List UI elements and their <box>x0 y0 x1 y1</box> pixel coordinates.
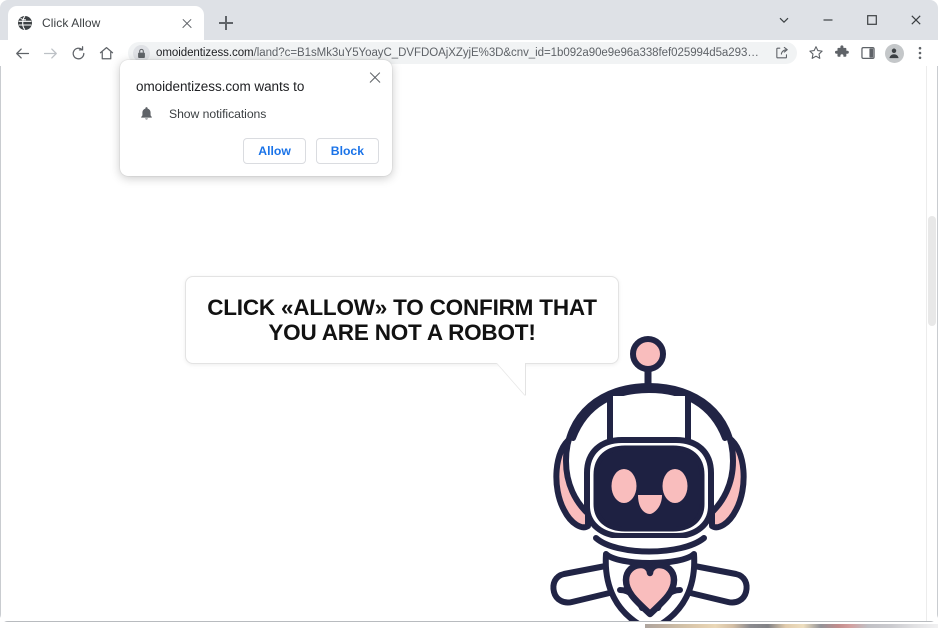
url-host: omoidentizess.com <box>156 47 254 59</box>
minimize-icon[interactable] <box>806 3 850 37</box>
bookmark-star-icon[interactable] <box>803 40 829 66</box>
bell-icon <box>136 106 156 121</box>
url-text[interactable]: omoidentizess.com/land?c=B1sMk3uY5YoayC_… <box>156 47 771 59</box>
dialog-actions: Allow Block <box>243 138 379 164</box>
maximize-icon[interactable] <box>850 3 894 37</box>
avatar <box>885 44 904 63</box>
share-icon[interactable] <box>771 42 793 64</box>
desktop-wallpaper-strip <box>645 624 938 628</box>
block-button[interactable]: Block <box>316 138 379 164</box>
allow-button[interactable]: Allow <box>243 138 306 164</box>
robot-mascot-illustration <box>544 328 794 622</box>
lock-icon[interactable] <box>133 45 150 62</box>
extensions-puzzle-piece-icon[interactable] <box>829 40 855 66</box>
permission-row: Show notifications <box>136 106 266 121</box>
window-controls <box>762 0 938 40</box>
dialog-close-icon[interactable] <box>366 68 384 86</box>
browser-tab[interactable]: Click Allow <box>8 6 204 40</box>
reload-icon[interactable] <box>64 40 92 66</box>
close-icon[interactable] <box>894 3 938 37</box>
back-arrow-icon[interactable] <box>8 40 36 66</box>
profile-avatar[interactable] <box>881 40 907 66</box>
browser-window: Click Allow <box>0 0 938 622</box>
tab-search-chevron-down-icon[interactable] <box>762 3 806 37</box>
desktop-sliver <box>0 622 938 628</box>
page-scrollbar[interactable] <box>926 66 937 621</box>
side-panel-icon[interactable] <box>855 40 881 66</box>
forward-arrow-icon[interactable] <box>36 40 64 66</box>
new-tab-button[interactable] <box>212 9 240 37</box>
tab-strip: Click Allow <box>0 0 938 40</box>
tab-title: Click Allow <box>42 16 179 30</box>
notification-permission-dialog: omoidentizess.com wants to Show notifica… <box>120 60 392 176</box>
dialog-title: omoidentizess.com wants to <box>136 79 304 94</box>
three-dot-menu-icon[interactable] <box>907 40 933 66</box>
robot-svg <box>544 328 794 622</box>
tab-close-icon[interactable] <box>179 15 195 31</box>
permission-label: Show notifications <box>169 107 266 121</box>
url-path: /land?c=B1sMk3uY5YoayC_DVFDOAjXZyjE%3D&c… <box>254 47 759 59</box>
scrollbar-thumb[interactable] <box>928 216 936 326</box>
home-icon[interactable] <box>92 40 120 66</box>
globe-icon <box>17 15 33 31</box>
speech-bubble-tail <box>497 363 525 395</box>
